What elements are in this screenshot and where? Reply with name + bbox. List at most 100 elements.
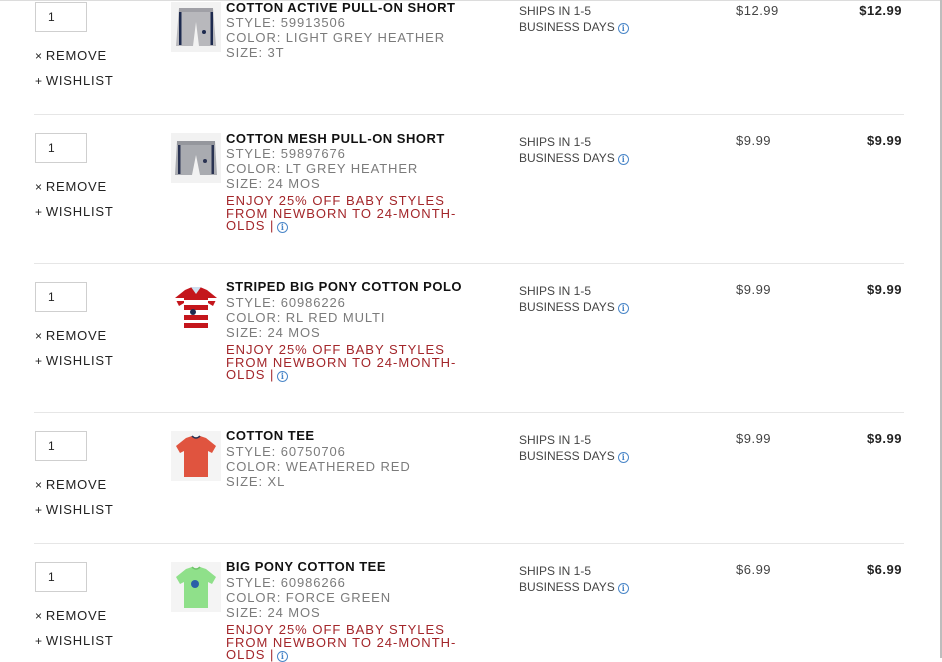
unit-price: $9.99 [736,431,772,446]
plus-icon: + [35,205,43,219]
striped-polo-image [171,282,221,332]
promo-message[interactable]: ENJOY 25% OFF BABY STYLES FROM NEWBORN T… [226,193,476,233]
product-style: STYLE: 59913506 [226,15,346,30]
product-thumbnail[interactable] [171,431,221,481]
info-icon[interactable]: i [277,651,289,662]
shipping-info: SHIPS IN 1-5 BUSINESS DAYS i [519,563,629,595]
ships-line-2: BUSINESS DAYS [519,20,615,34]
product-name[interactable]: STRIPED BIG PONY COTTON POLO [226,279,462,294]
ships-line-1: SHIPS IN 1-5 [519,4,592,18]
wishlist-label: WISHLIST [45,73,114,88]
line-total: $9.99 [866,133,902,148]
product-size: SIZE: 3T [226,45,285,60]
product-color: COLOR: RL RED MULTI [226,310,386,325]
grey-shorts-image [171,2,221,52]
product-thumbnail[interactable] [171,282,221,332]
line-total: $12.99 [859,3,902,18]
wishlist-button[interactable]: + WISHLIST [35,633,114,648]
shipping-info: SHIPS IN 1-5 BUSINESS DAYS i [519,3,629,35]
red-tee-image [171,431,221,481]
product-thumbnail[interactable] [171,133,221,183]
remove-label: REMOVE [45,477,107,492]
plus-icon: + [35,354,43,368]
info-icon[interactable]: i [277,371,289,382]
unit-price: $9.99 [736,282,772,297]
unit-price: $6.99 [736,562,772,577]
remove-label: REMOVE [45,179,107,194]
cart-item-row: ×REMOVE +WISHLIST COTTON ACTIVE PULL-ON … [0,0,942,114]
ships-line-2: BUSINESS DAYS [519,580,615,594]
unit-price: $12.99 [736,3,779,18]
quantity-input[interactable] [35,282,87,312]
product-thumbnail[interactable] [171,2,221,52]
ships-line-2: BUSINESS DAYS [519,449,615,463]
unit-price: $9.99 [736,133,772,148]
row-divider [34,412,904,413]
product-style: STYLE: 60750706 [226,444,346,459]
product-color: COLOR: LIGHT GREY HEATHER [226,30,445,45]
wishlist-button[interactable]: + WISHLIST [35,502,114,517]
ships-line-1: SHIPS IN 1-5 [519,433,592,447]
wishlist-label: WISHLIST [45,204,114,219]
shipping-info: SHIPS IN 1-5 BUSINESS DAYS i [519,283,629,315]
info-icon[interactable]: i [277,222,289,233]
remove-button[interactable]: × REMOVE [35,608,107,623]
product-size: SIZE: 24 MOS [226,176,321,191]
product-color: COLOR: LT GREY HEATHER [226,161,419,176]
grey-mesh-shorts-image [171,133,221,183]
close-icon: × [35,609,43,623]
ships-line-1: SHIPS IN 1-5 [519,284,592,298]
quantity-input[interactable] [35,431,87,461]
promo-text: ENJOY 25% OFF BABY STYLES FROM NEWBORN T… [226,342,457,382]
shipping-info: SHIPS IN 1-5 BUSINESS DAYS i [519,432,629,464]
cart-item-row: ×REMOVE +WISHLIST BIG PONY COTTON TEE ST… [0,543,942,662]
quantity-input[interactable] [35,562,87,592]
ships-line-2: BUSINESS DAYS [519,300,615,314]
remove-button[interactable]: × REMOVE [35,48,107,63]
remove-button[interactable]: × REMOVE [35,328,107,343]
wishlist-button[interactable]: + WISHLIST [35,73,114,88]
product-name[interactable]: COTTON MESH PULL-ON SHORT [226,131,445,146]
row-divider [34,263,904,264]
product-size: SIZE: XL [226,474,286,489]
remove-button[interactable]: × REMOVE [35,477,107,492]
info-icon[interactable]: i [617,303,629,314]
wishlist-label: WISHLIST [45,353,114,368]
promo-text: ENJOY 25% OFF BABY STYLES FROM NEWBORN T… [226,622,457,662]
product-size: SIZE: 24 MOS [226,605,321,620]
product-name[interactable]: COTTON ACTIVE PULL-ON SHORT [226,0,455,15]
remove-label: REMOVE [45,328,107,343]
wishlist-label: WISHLIST [45,633,114,648]
promo-message[interactable]: ENJOY 25% OFF BABY STYLES FROM NEWBORN T… [226,622,476,662]
cart-item-row: ×REMOVE +WISHLIST COTTON MESH PULL-ON SH… [0,114,942,263]
product-size: SIZE: 24 MOS [226,325,321,340]
quantity-input[interactable] [35,133,87,163]
quantity-input[interactable] [35,2,87,32]
info-icon[interactable]: i [617,452,629,463]
product-name[interactable]: COTTON TEE [226,428,315,443]
info-icon[interactable]: i [617,23,629,34]
wishlist-button[interactable]: + WISHLIST [35,204,114,219]
product-style: STYLE: 60986266 [226,575,346,590]
remove-label: REMOVE [45,48,107,63]
info-icon[interactable]: i [617,583,629,594]
promo-text: ENJOY 25% OFF BABY STYLES FROM NEWBORN T… [226,193,457,233]
cart-item-row: ×REMOVE +WISHLIST COTTON TEE STYLE: 6075… [0,412,942,543]
ships-line-1: SHIPS IN 1-5 [519,564,592,578]
product-thumbnail[interactable] [171,562,221,612]
line-total: $9.99 [866,282,902,297]
remove-button[interactable]: × REMOVE [35,179,107,194]
product-style: STYLE: 59897676 [226,146,346,161]
product-name[interactable]: BIG PONY COTTON TEE [226,559,386,574]
product-style: STYLE: 60986226 [226,295,346,310]
cart-item-row: ×REMOVE +WISHLIST STRIPED BIG PONY COTTO… [0,263,942,412]
promo-message[interactable]: ENJOY 25% OFF BABY STYLES FROM NEWBORN T… [226,342,476,382]
info-icon[interactable]: i [617,154,629,165]
line-total: $9.99 [866,431,902,446]
close-icon: × [35,49,43,63]
wishlist-button[interactable]: + WISHLIST [35,353,114,368]
plus-icon: + [35,634,43,648]
product-color: COLOR: FORCE GREEN [226,590,391,605]
close-icon: × [35,478,43,492]
plus-icon: + [35,74,43,88]
